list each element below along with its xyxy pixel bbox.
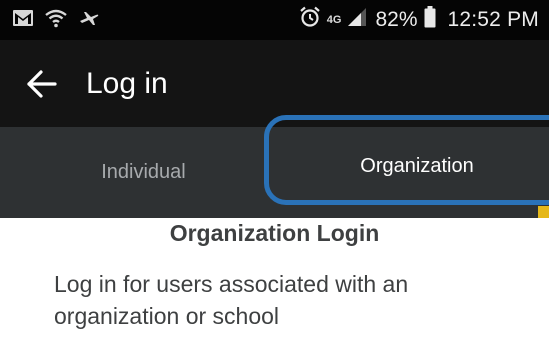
tab-organization-label: Organization [360,154,474,177]
arrow-left-icon [26,70,58,103]
battery-percent: 82% [375,8,418,31]
tab-organization[interactable]: Organization [264,115,549,205]
network-type-label: 4G [326,13,342,26]
airplane-icon [78,9,100,32]
section-description: Log in for users associated with an orga… [54,271,409,329]
status-right-icons: 4G 82% 12:52 PM [299,6,539,34]
app-bar: Log in [0,40,549,127]
back-button[interactable] [26,69,58,99]
status-bar: 4G 82% 12:52 PM [0,0,549,40]
tab-individual[interactable]: Individual [0,127,287,218]
clock: 12:52 PM [447,8,539,31]
wifi-call-icon [44,8,68,33]
section-title: Organization Login [169,220,380,246]
signal-icon [347,7,367,33]
tab-individual-label: Individual [101,161,186,183]
screen: 4G 82% 12:52 PM Log in Individual Organi… [0,0,549,339]
gmail-icon [12,9,34,32]
alarm-icon [299,6,321,34]
status-left-icons [12,8,100,32]
tab-bar: Individual Organization [0,115,549,218]
battery-icon [424,6,436,34]
page-title: Log in [86,67,168,100]
